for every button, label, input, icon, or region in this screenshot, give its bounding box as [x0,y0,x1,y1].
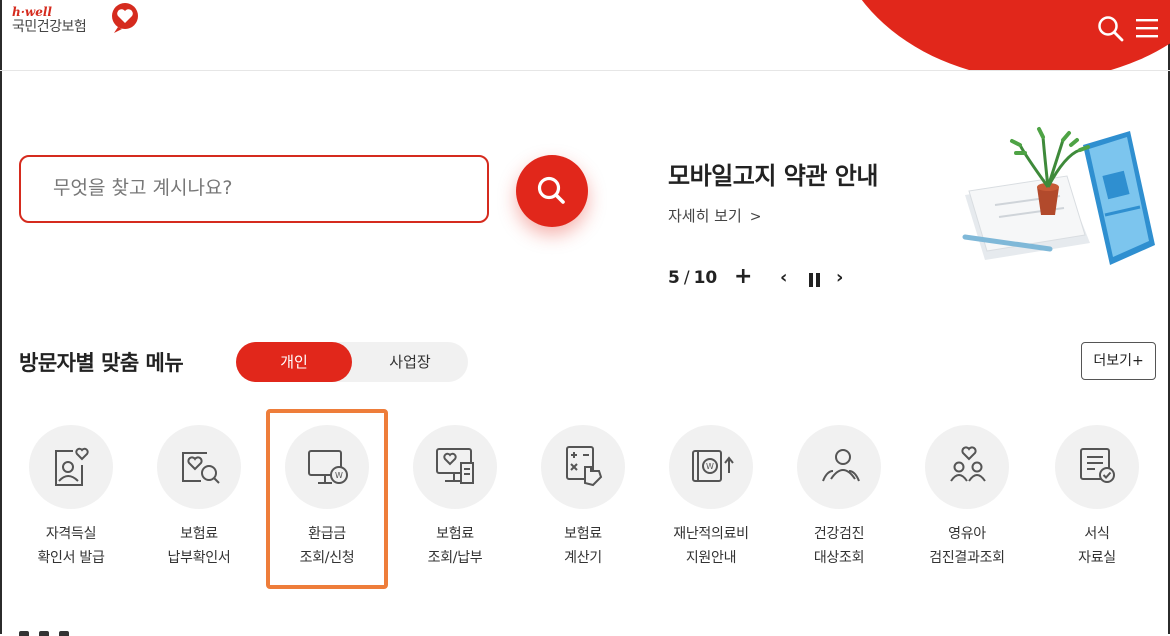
toggle-business[interactable]: 사업장 [352,342,468,382]
menu-item-line2: 계산기 [564,550,602,566]
logo-en-text: h·well [12,5,52,19]
person-heart-card-icon [55,447,89,486]
toggle-individual[interactable]: 개인 [236,342,352,382]
next-section-peek [19,626,99,636]
visitor-type-toggle: 개인 사업장 [236,342,468,382]
banner-link-label: 자세히 보기 [668,207,742,225]
banner-detail-link[interactable]: 자세히 보기 > [668,205,762,226]
search-icon[interactable] [1096,14,1126,44]
banner-illustration [962,127,1155,265]
menu-circle [157,425,241,509]
menu-item-line1: 건강검진 [813,526,865,542]
menu-circle [29,425,113,509]
menu-item-health-checkup[interactable]: 건강검진 대상조회 [777,425,901,575]
hamburger-menu-icon[interactable] [1134,16,1160,40]
menu-item-line1: 보험료 [436,526,474,542]
pause-icon[interactable] [808,273,822,287]
search-box [19,155,489,223]
pager-current: 5 [668,268,680,288]
menu-item-line1: 영유아 [948,526,986,542]
menu-item-line2: 자료실 [1078,550,1116,566]
menu-item-line2: 검진결과조회 [929,550,1005,566]
site-logo[interactable]: h·well 국민건강보험 [12,3,138,36]
menu-item-line2: 조회/납부 [427,550,483,566]
menu-item-calculator[interactable]: 보험료 계산기 [521,425,645,575]
search-input[interactable] [53,177,473,199]
menu-item-premium-inquiry[interactable]: 보험료 조회/납부 [393,425,517,575]
menu-item-disaster-medical[interactable]: W 재난적의료비 지원안내 [649,425,773,575]
banner-title[interactable]: 모바일고지 약관 안내 [668,156,878,191]
chevron-right-icon: > [749,209,762,225]
monitor-heart-receipt-icon [436,448,474,484]
people-group-icon [822,449,860,482]
pager-separator: / [683,268,690,288]
banner-prev-button[interactable]: ‹ [780,267,787,288]
menu-circle [925,425,1009,509]
site-header: h·well 국민건강보험 [0,0,1170,71]
menu-item-line1: 자격득실 [45,526,97,542]
banner-next-button[interactable]: › [836,267,843,288]
section-title: 방문자별 맞춤 메뉴 [19,351,184,375]
heart-logo-icon [112,3,138,33]
menu-item-line1: 서식 [1084,526,1110,542]
pager-total: 10 [693,268,718,288]
search-icon [537,176,565,204]
menu-item-line2: 납부확인서 [167,550,231,566]
document-check-icon [1080,448,1115,483]
banner-more-button[interactable]: + [734,264,752,289]
menu-item-payment-certificate[interactable]: 보험료 납부확인서 [137,425,261,575]
menu-item-line2: 확인서 발급 [37,550,105,566]
menu-item-infant-checkup[interactable]: 영유아 검진결과조회 [905,425,1029,575]
menu-circle [413,425,497,509]
banner-pager-counter: 5/10 [668,268,717,288]
search-button[interactable] [516,155,588,227]
more-button[interactable]: 더보기+ [1081,342,1156,380]
logo-ko-text: 국민건강보험 [12,19,87,35]
svg-text:W: W [706,462,714,471]
won-wallet-up-icon: W [692,450,734,482]
menu-item-line1: 보험료 [564,526,602,542]
menu-circle: W [669,425,753,509]
calculator-hand-icon [566,446,603,487]
menu-item-line2: 지원안내 [685,550,737,566]
menu-item-line1: 보험료 [180,526,218,542]
family-heart-icon [950,446,986,482]
heart-doc-search-icon [182,452,220,484]
menu-circle [797,425,881,509]
menu-item-qualification[interactable]: 자격득실 확인서 발급 [9,425,133,575]
menu-item-line2: 대상조회 [813,550,865,566]
highlight-box [266,409,388,589]
menu-circle [541,425,625,509]
menu-circle [1055,425,1139,509]
menu-item-line1: 재난적의료비 [673,526,749,542]
menu-item-forms[interactable]: 서식 자료실 [1035,425,1159,575]
